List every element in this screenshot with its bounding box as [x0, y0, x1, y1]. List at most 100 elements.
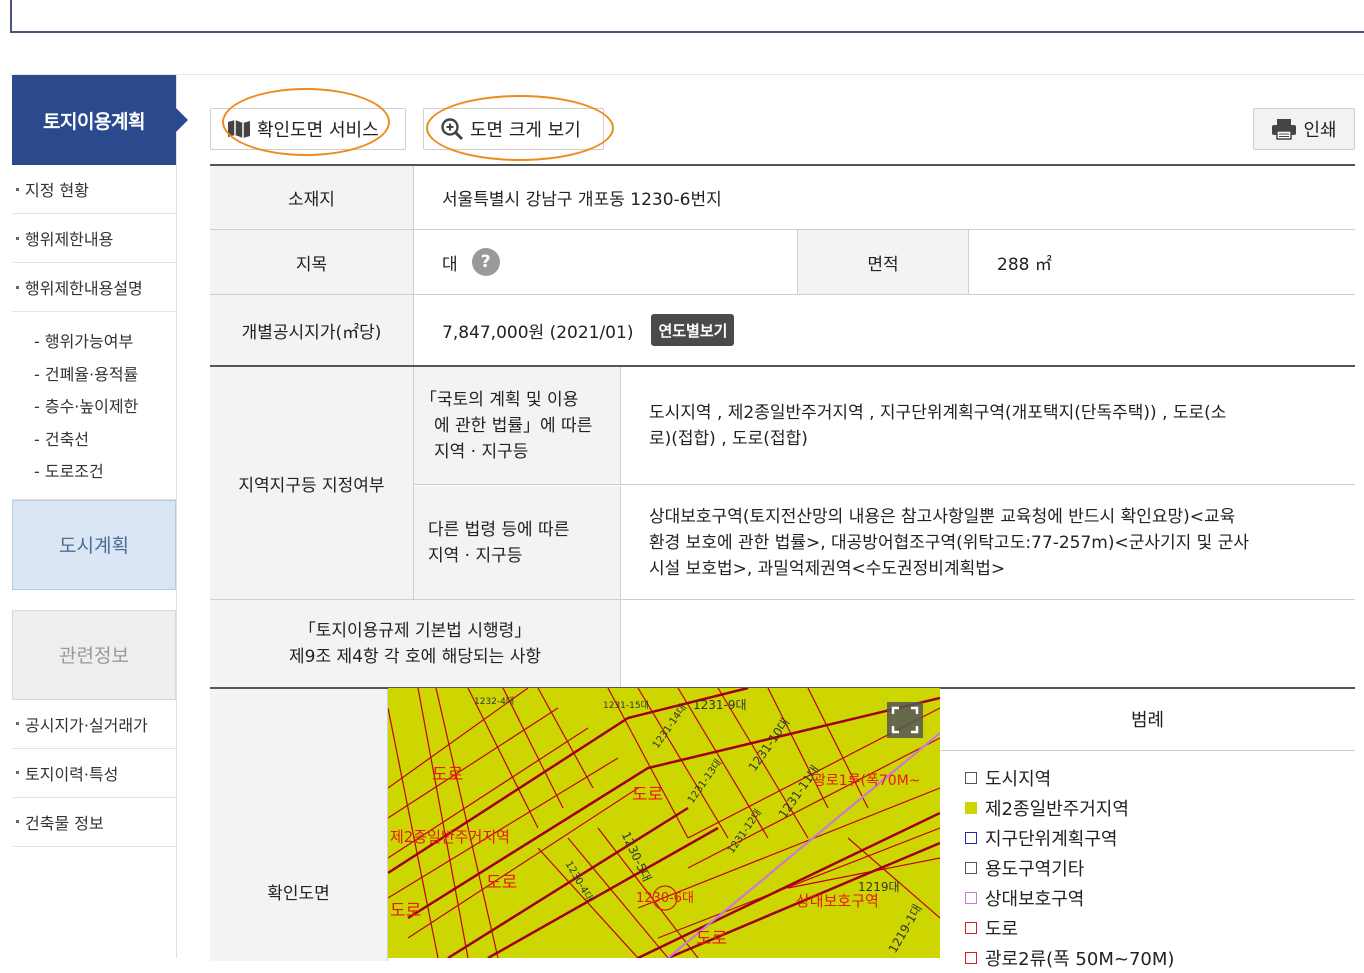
legend-swatch: [965, 772, 977, 784]
print-label: 인쇄: [1303, 120, 1337, 141]
legend-label: 광로2류(폭 50M~70M): [985, 949, 1175, 970]
printer-icon: [1271, 118, 1297, 140]
zone-law2-value-line: 상대보호구역(토지전산망의 내용은 참고사항일뿐 교육청에 반드시 확인요망)<…: [649, 506, 1236, 527]
legend-item: 도시지역: [965, 763, 1174, 793]
help-icon[interactable]: ?: [471, 248, 500, 276]
zone-law2-value-line: 시설 보호법>, 과밀억제권역<수도권정비계획법>: [649, 558, 1006, 579]
legend-label: 도시지역: [985, 769, 1052, 790]
sidebar-item-land-price[interactable]: 공시지가·실거래가: [12, 700, 176, 749]
sidebar-item-label: 행위제한내용: [25, 230, 114, 249]
zoom-in-icon: [440, 117, 464, 141]
sidebar-item-label: 행위제한내용설명: [25, 279, 143, 298]
zone-law2-label-line: 다른 법령 등에 따른: [428, 519, 570, 540]
map-label-lot: 1232-4대: [474, 697, 515, 707]
table-row: 지목 대 ? 면적 288 ㎡: [210, 230, 1355, 295]
confirm-map-service-button[interactable]: 확인도면 서비스: [210, 108, 406, 150]
legend-item: 제2종일반주거지역: [965, 793, 1174, 823]
table-row: 개별공시지가(㎡당) 7,847,000원 (2021/01) 연도별보기: [210, 295, 1355, 367]
price-label: 개별공시지가(㎡당): [210, 295, 414, 365]
legend-label: 지구단위계획구역: [985, 829, 1118, 850]
zone-law1-value-line: 도시지역 , 제2종일반주거지역 , 지구단위계획구역(개포택지(단독주택)) …: [649, 402, 1227, 423]
map-icon: [227, 119, 251, 139]
location-value: 서울특별시 강남구 개포동 1230-6번지: [442, 190, 722, 210]
view-map-large-button[interactable]: 도면 크게 보기: [423, 108, 604, 150]
zone-law2-label: 다른 법령 등에 따른 지역 · 지구등: [414, 486, 621, 599]
sidebar-subitems: - 행위가능여부 - 건폐율·용적률 - 층수·높이제한 - 건축선 - 도로조…: [12, 312, 176, 500]
decree-value: [621, 600, 1355, 687]
bullet: [16, 187, 19, 191]
sidebar-item-label: 토지이력·특성: [25, 764, 119, 784]
sidebar-subitem-coverage[interactable]: - 건폐율·용적률: [34, 359, 176, 392]
sidebar-title[interactable]: 토지이용계획: [12, 75, 188, 165]
zone-label: 지역지구등 지정여부: [210, 367, 414, 599]
zone-law2-value-line: 환경 보호에 관한 법률>, 대공방어협조구역(위탁고도:77-257m)<군사…: [649, 532, 1250, 553]
map-label-lot: 1231-9대: [693, 698, 747, 712]
legend: 도시지역 제2종일반주거지역 지구단위계획구역 용도구역기타 상대보호구역 도로…: [965, 763, 1174, 973]
sidebar-item-land-history[interactable]: 토지이력·특성: [12, 749, 176, 798]
legend-swatch: [965, 832, 977, 844]
fullscreen-icon[interactable]: [887, 702, 923, 738]
zone-law1-value-line: 로)(접합) , 도로(접합): [649, 428, 808, 449]
sidebar-item-label: 공시지가·실거래가: [25, 715, 148, 735]
sidebar-title-label: 토지이용계획: [43, 110, 145, 133]
confirm-map[interactable]: 도로 도로 도로 도로 도로 제2종일반주거지역 1230-6대 광로1류(폭7…: [388, 688, 940, 958]
table-row: 「토지이용규제 기본법 시행령」 제9조 제4항 각 호에 해당되는 사항: [210, 600, 1355, 689]
legend-swatch: [965, 952, 977, 964]
land-category-cell: 대 ?: [414, 230, 798, 294]
top-panel: [10, 0, 1364, 33]
active-arrow: [176, 108, 188, 132]
sidebar-item-label: 건축물 정보: [25, 813, 104, 833]
bullet: [16, 236, 19, 240]
sidebar-subitem-road[interactable]: - 도로조건: [34, 456, 176, 489]
land-info-table: 소재지 서울특별시 강남구 개포동 1230-6번지 지목 대 ? 면적 288…: [210, 164, 1355, 961]
map-label-lot: 1231-15대: [603, 701, 649, 711]
sidebar-subitem-building-line[interactable]: - 건축선: [34, 424, 176, 457]
map-label-plot: 1230-6대: [636, 891, 695, 906]
sidebar: 토지이용계획 지정 현황 행위제한내용 행위제한내용설명 - 행위가능여부 - …: [12, 75, 188, 958]
map-label-lot: 1219대: [858, 880, 900, 894]
map-label-road: 도로: [486, 873, 518, 893]
price-cell: 7,847,000원 (2021/01) 연도별보기: [414, 295, 1355, 365]
sidebar-subitem-possible[interactable]: - 행위가능여부: [34, 326, 176, 359]
legend-item: 지구단위계획구역: [965, 823, 1174, 853]
legend-swatch: [965, 862, 977, 874]
sidebar-subitem-height[interactable]: - 층수·높이제한: [34, 391, 176, 424]
zone-law1-label-line: 에 관한 법률」에 따른: [434, 415, 593, 436]
zone-law2-label-line: 지역 · 지구등: [428, 545, 523, 566]
sidebar-related-info[interactable]: 관련정보: [12, 609, 176, 700]
sidebar-item-designation[interactable]: 지정 현황: [12, 165, 176, 214]
zone-law1-value: 도시지역 , 제2종일반주거지역 , 지구단위계획구역(개포택지(단독주택)) …: [621, 367, 1355, 485]
bullet: [16, 771, 19, 775]
legend-item: 광로2류(폭 50M~70M): [965, 943, 1174, 973]
legend-swatch: [965, 802, 977, 814]
legend-title: 범례: [940, 688, 1355, 751]
confirm-map-service-label: 확인도면 서비스: [257, 120, 379, 141]
sidebar-item-building[interactable]: 건축물 정보: [12, 798, 176, 847]
map-label-zone: 제2종일반주거지역: [390, 828, 510, 846]
legend-swatch: [965, 892, 977, 904]
print-button[interactable]: 인쇄: [1253, 108, 1355, 150]
map-label: 확인도면: [210, 689, 388, 961]
legend-item: 상대보호구역: [965, 883, 1174, 913]
zone-law1-label-line: 지역 · 지구등: [434, 441, 529, 462]
land-category-value: 대: [442, 254, 458, 275]
legend-item: 용도구역기타: [965, 853, 1174, 883]
area-value: 288 ㎡: [997, 254, 1052, 275]
bullet: [16, 722, 19, 726]
zone-law1-label-line: 「국토의 계획 및 이용: [420, 389, 579, 410]
legend-label: 도로: [985, 919, 1019, 940]
sidebar-item-restrictions[interactable]: 행위제한내용: [12, 214, 176, 263]
sidebar-city-plan[interactable]: 도시계획: [12, 499, 176, 590]
year-view-button[interactable]: 연도별보기: [651, 314, 735, 346]
divider: [10, 74, 1364, 75]
map-label-road: 도로: [632, 785, 664, 805]
legend-label: 제2종일반주거지역: [985, 799, 1129, 820]
sidebar-item-label: 지정 현황: [25, 181, 89, 200]
location-label: 소재지: [210, 166, 414, 229]
map-label-road: 도로: [696, 929, 728, 949]
legend-label: 용도구역기타: [985, 859, 1085, 880]
decree-label-line: 제9조 제4항 각 호에 해당되는 사항: [289, 646, 541, 667]
map-label-road: 도로: [432, 765, 464, 785]
sidebar-item-restriction-desc[interactable]: 행위제한내용설명: [12, 263, 176, 312]
table-row: 지역지구등 지정여부 「국토의 계획 및 이용 에 관한 법률」에 따른 지역 …: [210, 367, 1355, 600]
